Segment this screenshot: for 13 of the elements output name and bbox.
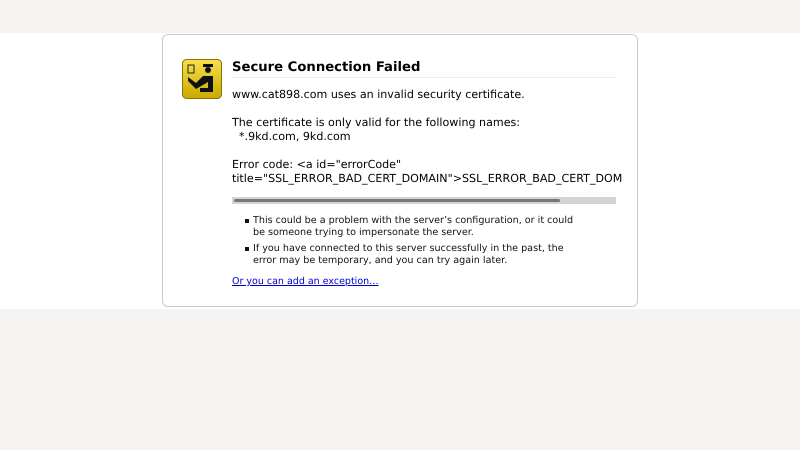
add-exception-link[interactable]: Or you can add an exception… xyxy=(232,276,379,287)
page-title: Secure Connection Failed xyxy=(232,59,616,78)
certificate-names: *.9kd.com, 9kd.com xyxy=(238,130,351,144)
bullet-text: This could be a problem with the server’s configuration, or it could be someone trying to impersonate the server. xyxy=(253,215,574,238)
certificate-text: The certificate is only valid for the following names: xyxy=(232,116,522,130)
officer-icon xyxy=(182,59,222,99)
bullet-icon xyxy=(245,219,249,223)
error-code-text: title="SSL_ERROR_BAD_CERT_DOMAIN">SSL_ERROR_BAD_CERT_DOM xyxy=(232,172,622,186)
scrollbar-thumb[interactable] xyxy=(234,199,560,202)
error-description: www.cat898.com uses an invalid security certificate. xyxy=(232,88,526,102)
bullet-text: If you have connected to this server successfully in the past, the error may be temporary, and you can try again later. xyxy=(253,243,565,266)
error-code-text: Error code: <a id="errorCode" xyxy=(232,158,402,172)
bullet-icon xyxy=(245,247,249,251)
